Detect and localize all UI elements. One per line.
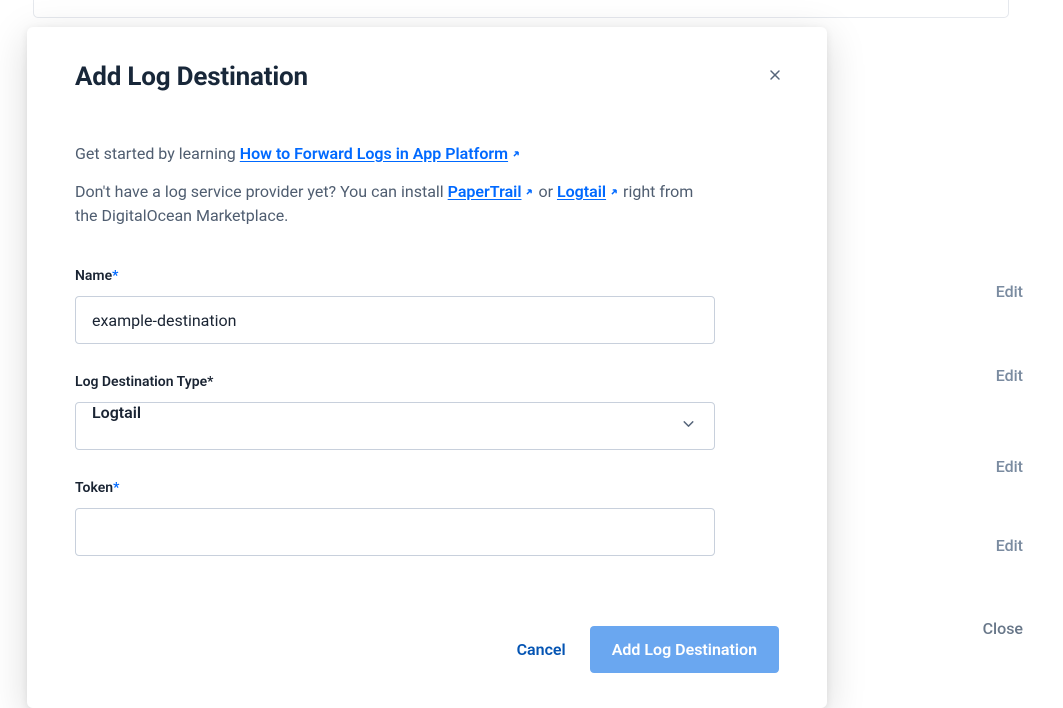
add-log-destination-button[interactable]: Add Log Destination xyxy=(590,626,779,673)
close-button[interactable] xyxy=(765,67,785,87)
close-link[interactable]: Close xyxy=(983,619,1023,638)
type-field-group: Log Destination Type* Logtail xyxy=(75,374,779,450)
type-select-wrapper: Logtail xyxy=(75,402,715,450)
modal-title: Add Log Destination xyxy=(75,62,308,92)
external-link-icon xyxy=(511,142,521,166)
logtail-link[interactable]: Logtail xyxy=(557,182,619,201)
name-label: Name* xyxy=(75,268,779,284)
token-field-group: Token* xyxy=(75,480,779,556)
type-select[interactable]: Logtail xyxy=(75,402,715,450)
edit-link[interactable]: Edit xyxy=(996,366,1023,385)
name-field-group: Name* xyxy=(75,268,779,344)
intro-text-1: Get started by learning How to Forward L… xyxy=(75,142,779,166)
modal-footer: Cancel Add Log Destination xyxy=(75,626,779,673)
papertrail-link[interactable]: PaperTrail xyxy=(448,182,535,201)
type-label: Log Destination Type* xyxy=(75,374,779,390)
external-link-icon xyxy=(524,180,534,204)
external-link-icon xyxy=(609,180,619,204)
name-input[interactable] xyxy=(75,296,715,344)
intro-text-2: Don't have a log service provider yet? Y… xyxy=(75,180,715,228)
cancel-button[interactable]: Cancel xyxy=(517,640,566,659)
bg-close-row: Close xyxy=(983,619,1023,638)
edit-link[interactable]: Edit xyxy=(996,282,1023,301)
close-icon xyxy=(767,67,783,87)
token-label: Token* xyxy=(75,480,779,496)
how-to-forward-logs-link[interactable]: How to Forward Logs in App Platform xyxy=(240,144,521,163)
edit-link[interactable]: Edit xyxy=(996,457,1023,476)
token-input[interactable] xyxy=(75,508,715,556)
edit-link[interactable]: Edit xyxy=(996,536,1023,555)
modal-header: Add Log Destination xyxy=(75,62,779,92)
add-log-destination-modal: Add Log Destination Get started by learn… xyxy=(27,27,827,708)
bg-card xyxy=(33,0,1009,18)
